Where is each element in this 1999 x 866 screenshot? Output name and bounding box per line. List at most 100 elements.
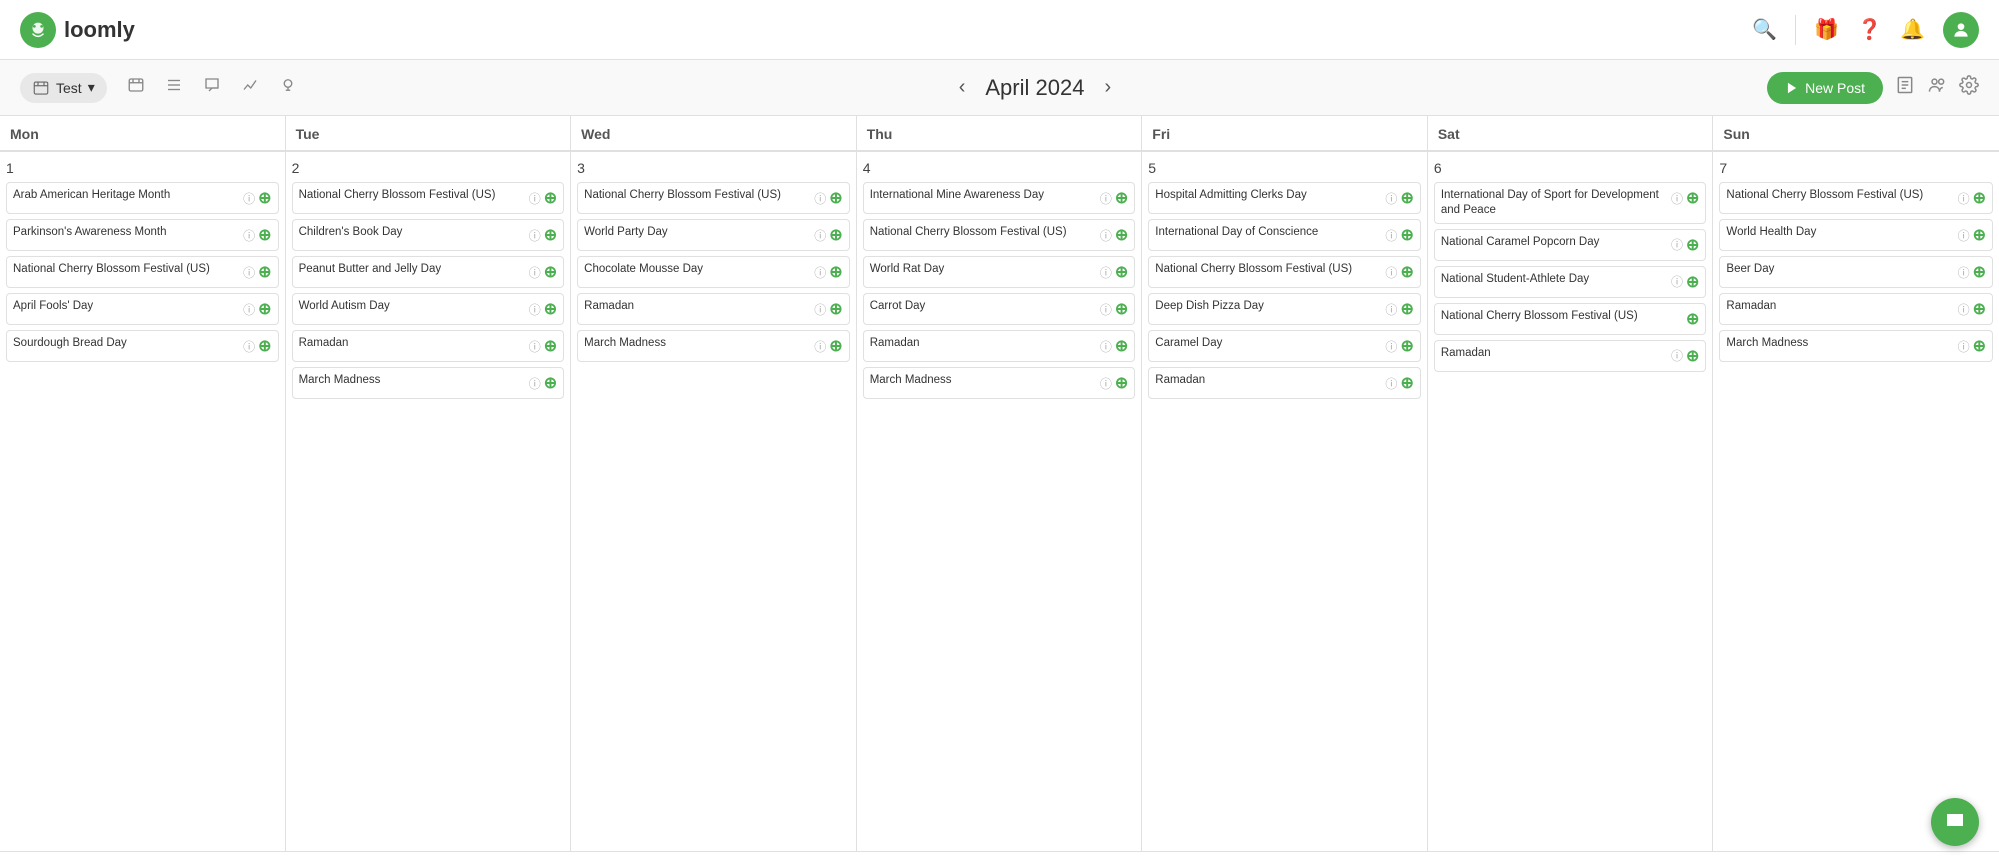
list-item[interactable]: World Autism Dayⓘ⊕ [292, 293, 565, 325]
add-event-icon[interactable]: ⊕ [829, 299, 842, 319]
add-event-icon[interactable]: ⊕ [1686, 346, 1699, 366]
list-item[interactable]: Deep Dish Pizza Dayⓘ⊕ [1148, 293, 1421, 325]
info-icon[interactable]: ⓘ [1958, 227, 1970, 244]
info-icon[interactable]: ⓘ [1385, 264, 1397, 281]
notification-button[interactable]: 🔔 [1900, 17, 1925, 42]
calendar-view-button[interactable] [121, 72, 151, 103]
list-item[interactable]: April Fools' Dayⓘ⊕ [6, 293, 279, 325]
next-month-button[interactable]: › [1104, 76, 1111, 99]
add-event-icon[interactable]: ⊕ [829, 188, 842, 208]
info-icon[interactable]: ⓘ [529, 338, 541, 355]
list-item[interactable]: National Caramel Popcorn Dayⓘ⊕ [1434, 229, 1707, 261]
add-event-icon[interactable]: ⊕ [544, 336, 557, 356]
list-item[interactable]: Beer Dayⓘ⊕ [1719, 256, 1993, 288]
info-icon[interactable]: ⓘ [529, 301, 541, 318]
search-button[interactable]: 🔍 [1752, 17, 1777, 42]
list-view-button[interactable] [159, 72, 189, 103]
info-icon[interactable]: ⓘ [814, 264, 826, 281]
list-item[interactable]: Peanut Butter and Jelly Dayⓘ⊕ [292, 256, 565, 288]
prev-month-button[interactable]: ‹ [959, 76, 966, 99]
list-item[interactable]: Ramadanⓘ⊕ [1719, 293, 1993, 325]
info-icon[interactable]: ⓘ [1385, 375, 1397, 392]
list-item[interactable]: March Madnessⓘ⊕ [292, 367, 565, 399]
add-event-icon[interactable]: ⊕ [544, 225, 557, 245]
info-icon[interactable]: ⓘ [814, 227, 826, 244]
add-event-icon[interactable]: ⊕ [1686, 235, 1699, 255]
add-event-icon[interactable]: ⊕ [544, 262, 557, 282]
info-icon[interactable]: ⓘ [1385, 338, 1397, 355]
gift-button[interactable]: 🎁 [1814, 17, 1839, 42]
list-item[interactable]: National Cherry Blossom Festival (US)⊕ [1434, 303, 1707, 335]
list-item[interactable]: Caramel Dayⓘ⊕ [1148, 330, 1421, 362]
list-item[interactable]: Ramadanⓘ⊕ [863, 330, 1136, 362]
add-event-icon[interactable]: ⊕ [1973, 225, 1986, 245]
info-icon[interactable]: ⓘ [814, 190, 826, 207]
list-item[interactable]: Chocolate Mousse Dayⓘ⊕ [577, 256, 850, 288]
add-event-icon[interactable]: ⊕ [1400, 373, 1413, 393]
avatar-button[interactable] [1943, 12, 1979, 48]
info-icon[interactable]: ⓘ [1385, 190, 1397, 207]
add-event-icon[interactable]: ⊕ [1686, 188, 1699, 208]
add-event-icon[interactable]: ⊕ [258, 336, 271, 356]
info-icon[interactable]: ⓘ [1671, 347, 1683, 364]
info-icon[interactable]: ⓘ [814, 301, 826, 318]
list-item[interactable]: March Madnessⓘ⊕ [1719, 330, 1993, 362]
info-icon[interactable]: ⓘ [243, 338, 255, 355]
team-button[interactable] [1927, 75, 1947, 100]
new-post-button[interactable]: New Post [1767, 72, 1883, 104]
add-event-icon[interactable]: ⊕ [1400, 336, 1413, 356]
add-event-icon[interactable]: ⊕ [258, 262, 271, 282]
add-event-icon[interactable]: ⊕ [1686, 272, 1699, 292]
add-event-icon[interactable]: ⊕ [1686, 309, 1699, 329]
info-icon[interactable]: ⓘ [1958, 338, 1970, 355]
add-event-icon[interactable]: ⊕ [829, 225, 842, 245]
notes-button[interactable] [1895, 75, 1915, 100]
help-button[interactable]: ❓ [1857, 17, 1882, 42]
add-event-icon[interactable]: ⊕ [258, 188, 271, 208]
list-item[interactable]: International Day of Sport for Developme… [1434, 182, 1707, 224]
list-item[interactable]: National Student-Athlete Dayⓘ⊕ [1434, 266, 1707, 298]
info-icon[interactable]: ⓘ [1100, 264, 1112, 281]
list-item[interactable]: Hospital Admitting Clerks Dayⓘ⊕ [1148, 182, 1421, 214]
info-icon[interactable]: ⓘ [1958, 264, 1970, 281]
add-event-icon[interactable]: ⊕ [1115, 373, 1128, 393]
info-icon[interactable]: ⓘ [243, 190, 255, 207]
list-item[interactable]: Ramadanⓘ⊕ [1148, 367, 1421, 399]
list-item[interactable]: World Rat Dayⓘ⊕ [863, 256, 1136, 288]
analytics-view-button[interactable] [235, 72, 265, 103]
list-item[interactable]: Parkinson's Awareness Monthⓘ⊕ [6, 219, 279, 251]
add-event-icon[interactable]: ⊕ [1973, 336, 1986, 356]
info-icon[interactable]: ⓘ [1100, 190, 1112, 207]
info-icon[interactable]: ⓘ [1100, 227, 1112, 244]
calendar-switcher[interactable]: Test ▾ [20, 73, 107, 103]
info-icon[interactable]: ⓘ [1100, 375, 1112, 392]
list-item[interactable]: National Cherry Blossom Festival (US)ⓘ⊕ [1148, 256, 1421, 288]
info-icon[interactable]: ⓘ [1100, 338, 1112, 355]
add-event-icon[interactable]: ⊕ [258, 299, 271, 319]
info-icon[interactable]: ⓘ [1385, 301, 1397, 318]
add-event-icon[interactable]: ⊕ [1400, 225, 1413, 245]
add-event-icon[interactable]: ⊕ [1973, 188, 1986, 208]
add-event-icon[interactable]: ⊕ [1973, 262, 1986, 282]
list-item[interactable]: National Cherry Blossom Festival (US)ⓘ⊕ [863, 219, 1136, 251]
add-event-icon[interactable]: ⊕ [1973, 299, 1986, 319]
list-item[interactable]: Carrot Dayⓘ⊕ [863, 293, 1136, 325]
list-item[interactable]: Arab American Heritage Monthⓘ⊕ [6, 182, 279, 214]
list-item[interactable]: March Madnessⓘ⊕ [863, 367, 1136, 399]
add-event-icon[interactable]: ⊕ [1115, 188, 1128, 208]
chat-fab-button[interactable] [1931, 798, 1979, 846]
list-item[interactable]: Ramadanⓘ⊕ [292, 330, 565, 362]
add-event-icon[interactable]: ⊕ [258, 225, 271, 245]
info-icon[interactable]: ⓘ [529, 227, 541, 244]
info-icon[interactable]: ⓘ [814, 338, 826, 355]
list-item[interactable]: National Cherry Blossom Festival (US)ⓘ⊕ [577, 182, 850, 214]
list-item[interactable]: Ramadanⓘ⊕ [577, 293, 850, 325]
list-item[interactable]: March Madnessⓘ⊕ [577, 330, 850, 362]
add-event-icon[interactable]: ⊕ [544, 188, 557, 208]
list-item[interactable]: National Cherry Blossom Festival (US)ⓘ⊕ [1719, 182, 1993, 214]
info-icon[interactable]: ⓘ [1671, 190, 1683, 207]
add-event-icon[interactable]: ⊕ [829, 336, 842, 356]
list-item[interactable]: Ramadanⓘ⊕ [1434, 340, 1707, 372]
info-icon[interactable]: ⓘ [1100, 301, 1112, 318]
info-icon[interactable]: ⓘ [1958, 190, 1970, 207]
